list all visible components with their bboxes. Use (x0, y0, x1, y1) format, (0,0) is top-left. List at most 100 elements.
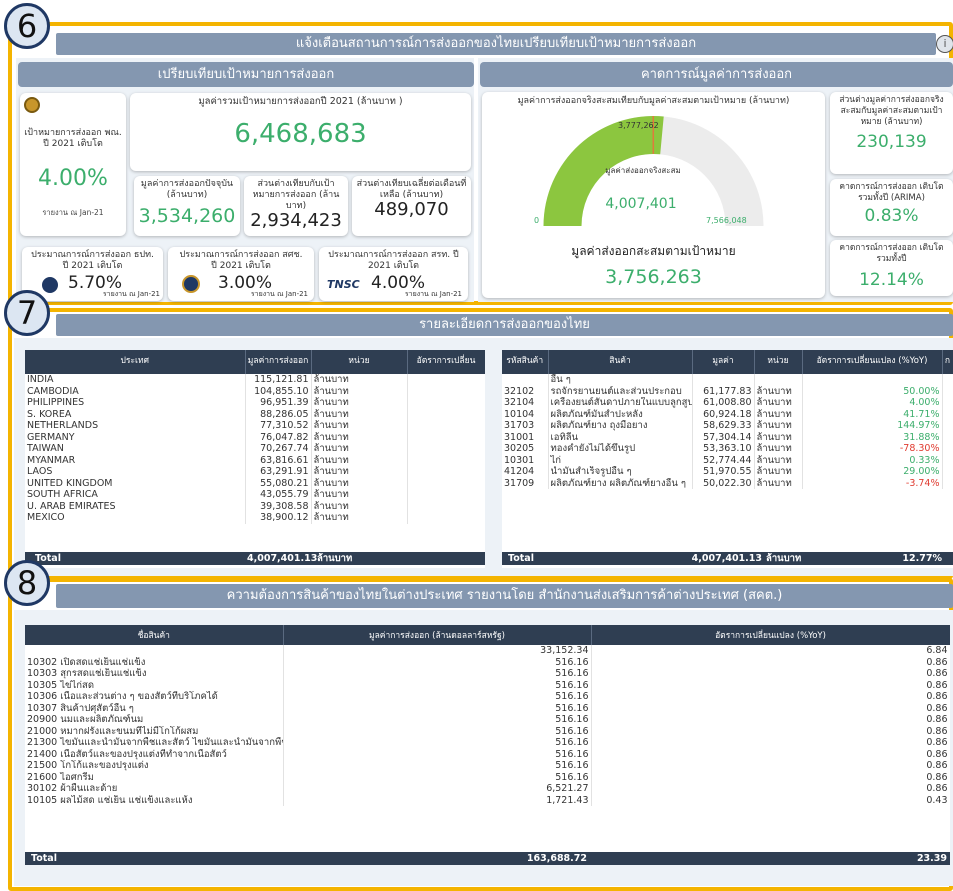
actual-vs-target-diff-label: ส่วนต่างมูลค่าการส่งออกจริงสะสมกับมูลค่า… (839, 95, 944, 127)
country-row[interactable]: MYANMAR 63,816.61 ล้านบาท (25, 454, 485, 466)
country-row[interactable]: U. ARAB EMIRATES 39,308.58 ล้านบาท (25, 500, 485, 512)
country-row-cell: ล้านบาท (311, 489, 408, 501)
demand-row[interactable]: 30102 ผ้าผืนและด้าย 6,521.27 0.86 (25, 783, 950, 795)
country-row[interactable]: MEXICO 38,900.12 ล้านบาท (25, 512, 485, 524)
demand-row-cell: 516.16 (283, 771, 592, 783)
demand-row[interactable]: 10307 สินค้าปศุสัตว์อื่น ๆ 516.16 0.86 (25, 702, 950, 714)
product-column-header[interactable]: สินค้า (548, 350, 693, 374)
country-row[interactable]: UNITED KINGDOM 55,080.21 ล้านบาท (25, 477, 485, 489)
gauge-center-label: มูลค่าส่งออกจริงสะสม (605, 166, 681, 175)
product-row-cell: 32102 (502, 385, 549, 397)
country-row[interactable]: NETHERLANDS 77,310.52 ล้านบาท (25, 420, 485, 432)
product-row[interactable]: 31709 ผลิตภัณฑ์ยาง ผลิตภัณฑ์ยางอื่น ๆ 50,0… (502, 477, 953, 489)
demand-row-cell: 33,152.34 (283, 645, 592, 657)
demand-row-cell: 516.16 (283, 714, 592, 726)
section-badge-8: 8 (4, 560, 50, 606)
product-row[interactable]: 41204 น้ำมันสำเร็จรูปอื่น ๆ 51,970.55 ล้านบ… (502, 466, 953, 478)
product-row[interactable]: 32102 รถจักรยานยนต์และส่วนประกอบ 61,177.83… (502, 385, 953, 397)
country-row-cell: 55,080.21 (245, 477, 312, 489)
demand-row[interactable]: 10105 ผลไม้สด แช่เย็น แช่แข็งและแห้ง 1,72… (25, 794, 950, 806)
product-change-column-header[interactable]: อัตราการเปลี่ยนแปลง (%YoY) (802, 350, 943, 374)
product-code-column-header[interactable]: รหัสสินค้า (502, 350, 549, 374)
country-row[interactable]: GERMANY 76,047.82 ล้านบาท (25, 431, 485, 443)
unit-column-header[interactable]: หน่วย (311, 350, 408, 374)
country-row-cell: UNITED KINGDOM (25, 477, 246, 489)
country-row-cell (407, 385, 485, 397)
demand-row[interactable]: 10306 เนื้อและส่วนต่าง ๆ ของสัตว์ที่บริโ… (25, 691, 950, 703)
country-row-cell: 115,121.81 (245, 374, 312, 386)
demand-row[interactable]: 33,152.34 6.84 (25, 645, 950, 657)
demand-row-cell: 0.86 (591, 702, 950, 714)
product-row-cell: ล้านบาท (754, 385, 803, 397)
country-row[interactable]: TAIWAN 70,267.74 ล้านบาท (25, 443, 485, 455)
demand-product-column-header[interactable]: ชื่อสินค้า (25, 625, 284, 645)
product-value-column-header[interactable]: มูลค่า (692, 350, 755, 374)
country-row-cell: MYANMAR (25, 454, 246, 466)
country-row-cell (407, 477, 485, 489)
country-row[interactable]: LAOS 63,291.91 ล้านบาท (25, 466, 485, 478)
product-row[interactable]: 31001 เอทิลีน 57,304.14 ล้านบาท 31.88% (502, 431, 953, 443)
demand-row[interactable]: 21400 เนื้อสัตว์และของปรุงแต่งที่ทำจากเน… (25, 748, 950, 760)
product-row-cell: น้ำมันสำเร็จรูปอื่น ๆ (548, 466, 693, 478)
country-column-header[interactable]: ประเทศ (25, 350, 246, 374)
demand-row[interactable]: 21600 ไอศกรีม 516.16 0.86 (25, 771, 950, 783)
demand-value-column-header[interactable]: มูลค่าการส่งออก (ล้านดอลลาร์สหรัฐ) (283, 625, 592, 645)
country-row-cell: LAOS (25, 466, 246, 478)
product-row-cell (942, 443, 953, 455)
product-row-cell: 50,022.30 (692, 477, 755, 489)
product-row[interactable]: 30205 ทองคำยังไม่ได้ขึ้นรูป 53,363.10 ล้านบ… (502, 443, 953, 455)
change-column-header[interactable]: อัตราการเปลี่ยน (407, 350, 485, 374)
info-icon[interactable]: i (936, 35, 953, 53)
country-row-cell (407, 408, 485, 420)
gauge-min-label: 0 (534, 216, 540, 225)
demand-row[interactable]: 10303 สุกรสดแช่เย็นแช่แข็ง 516.16 0.86 (25, 668, 950, 680)
product-row-cell: เครื่องยนต์สันดาปภายในแบบลูกสูบและส่วนปร… (548, 397, 693, 409)
value-column-header[interactable]: มูลค่าการส่งออก (245, 350, 312, 374)
country-row-cell: TAIWAN (25, 443, 246, 455)
country-row-cell (407, 500, 485, 512)
product-row-cell: 32104 (502, 397, 549, 409)
section8-title: ความต้องการสินค้าของไทยในต่างประเทศ รายง… (56, 584, 953, 608)
product-row-cell (942, 385, 953, 397)
demand-row[interactable]: 21500 โกโก้และของปรุงแต่ง 516.16 0.86 (25, 760, 950, 772)
country-table: ประเทศ มูลค่าการส่งออก หน่วย อัตราการเปล… (25, 350, 485, 568)
country-row-cell: ล้านบาท (311, 477, 408, 489)
demand-row[interactable]: 21300 ไขมันและน้ำมันจากพืชและสัตว์ ไขมัน… (25, 737, 950, 749)
country-row-cell: ล้านบาท (311, 512, 408, 524)
product-row-cell (942, 420, 953, 432)
product-row[interactable]: อื่น ๆ (502, 374, 953, 386)
product-row-cell: 61,008.80 (692, 397, 755, 409)
demand-row[interactable]: 21000 หมากฝรั่งและขนมที่ไม่มีโกโก้ผสม 516… (25, 725, 950, 737)
target-growth-card: เป้าหมายการส่งออก พณ. ปี 2021 เติบโต 4.0… (20, 93, 126, 236)
section6-title: แจ้งเตือนสถานการณ์การส่งออกของไทยเปรียบเ… (56, 33, 936, 55)
country-row[interactable]: SOUTH AFRICA 43,055.79 ล้านบาท (25, 489, 485, 501)
demand-row[interactable]: 10302 เปิดสดแช่เย็นแช่แข็ง 516.16 0.86 (25, 656, 950, 668)
country-row-cell: CAMBODIA (25, 385, 246, 397)
product-row[interactable]: 10104 ผลิตภัณฑ์มันสำปะหลัง 60,924.18 ล้านบา… (502, 408, 953, 420)
product-row[interactable]: 31703 ผลิตภัณฑ์ยาง ถุงมือยาง 58,629.33 ล้าน… (502, 420, 953, 432)
country-row-cell: ล้านบาท (311, 408, 408, 420)
product-row-cell: รถจักรยานยนต์และส่วนประกอบ (548, 385, 693, 397)
demand-row-cell: 0.86 (591, 668, 950, 680)
product-row[interactable]: 32104เครื่องยนต์สันดาปภายในแบบลูกสูบและส… (502, 397, 953, 409)
country-row[interactable]: CAMBODIA 104,855.10 ล้านบาท (25, 385, 485, 397)
country-row-cell (407, 374, 485, 386)
demand-row-cell: 516.16 (283, 691, 592, 703)
country-row[interactable]: S. KOREA 88,286.05 ล้านบาท (25, 408, 485, 420)
product-unit-column-header[interactable]: หน่วย (754, 350, 803, 374)
product-row-cell (942, 454, 953, 466)
product-row-cell: ล้านบาท (754, 454, 803, 466)
country-row[interactable]: INDIA 115,121.81 ล้านบาท (25, 374, 485, 386)
product-row-cell: ล้านบาท (754, 443, 803, 455)
demand-row[interactable]: 20900 นมและผลิตภัณฑ์นม 516.16 0.86 (25, 714, 950, 726)
demand-row-cell: 516.16 (283, 760, 592, 772)
product-extra-column-header[interactable]: ก (942, 350, 953, 374)
demand-row[interactable]: 10305 ไข่ไก่สด 516.16 0.86 (25, 679, 950, 691)
demand-change-column-header[interactable]: อัตราการเปลี่ยนแปลง (%YoY) (591, 625, 950, 645)
country-row-cell: NETHERLANDS (25, 420, 246, 432)
demand-total-value: 163,688.72 (526, 853, 587, 864)
country-row[interactable]: PHILIPPINES 96,951.39 ล้านบาท (25, 397, 485, 409)
product-row[interactable]: 10301 ไก่ 52,774.44 ล้านบาท 0.33% (502, 454, 953, 466)
demand-row-cell: 516.16 (283, 702, 592, 714)
target-growth-value: 4.00% (38, 166, 108, 191)
